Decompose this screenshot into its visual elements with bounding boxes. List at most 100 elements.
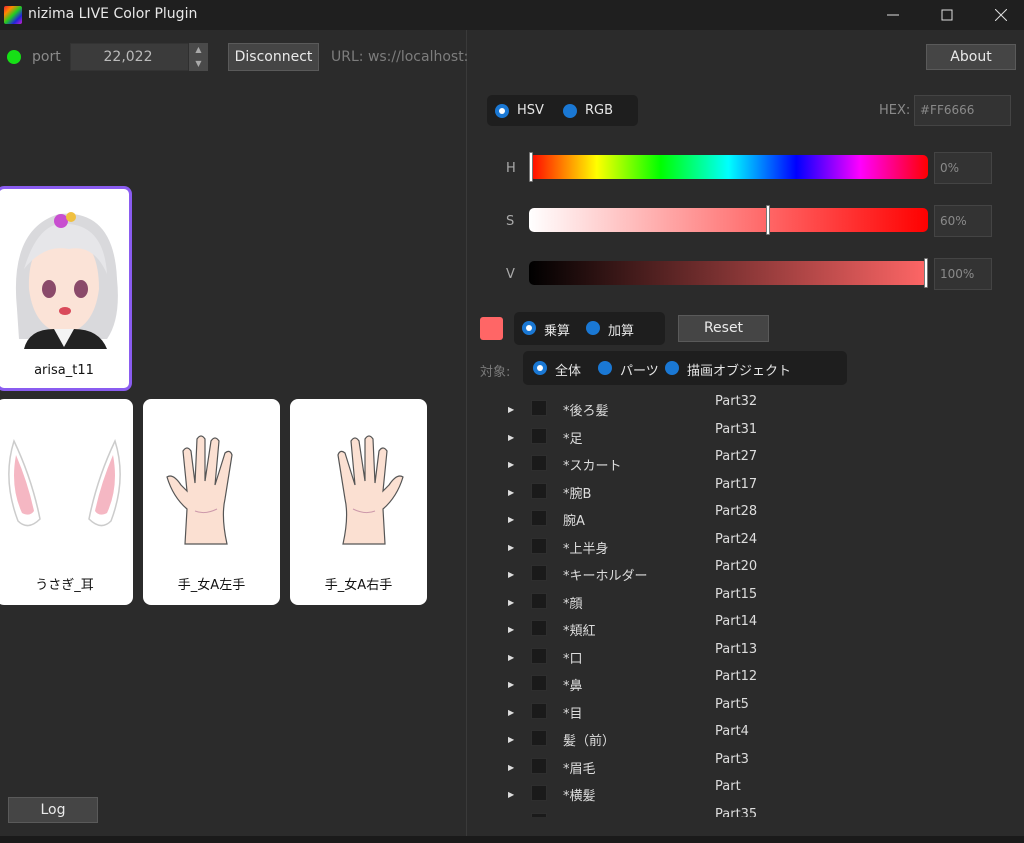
part-checkbox[interactable] [531, 757, 547, 774]
model-card-left-hand[interactable]: 手_女A左手 [143, 399, 280, 605]
hsv-radio[interactable] [495, 104, 509, 118]
tree-row[interactable]: ▶ *顔 Part15 [468, 587, 1024, 617]
tree-row[interactable]: ▶ 髪（前） Part4 [468, 724, 1024, 754]
part-checkbox[interactable] [531, 702, 547, 719]
tree-row[interactable]: ▶…Part35 [468, 807, 1024, 818]
part-checkbox[interactable] [531, 400, 547, 416]
multiply-radio[interactable] [522, 321, 536, 335]
target-drawables-label: 描画オブジェクト [687, 364, 792, 379]
s-label: S [506, 214, 515, 229]
hue-value[interactable]: 0% [934, 152, 992, 184]
part-checkbox[interactable] [531, 730, 547, 746]
maximize-button[interactable] [920, 0, 974, 30]
close-button[interactable] [974, 0, 1024, 30]
triangle-right-icon[interactable]: ▶ [508, 790, 514, 799]
tree-row[interactable]: ▶ *鼻 Part12 [468, 669, 1024, 699]
hand-thumbnail [166, 435, 233, 545]
model-name: うさぎ_耳 [35, 578, 94, 593]
part-checkbox[interactable] [531, 455, 547, 471]
rgb-radio[interactable] [563, 104, 577, 118]
tree-row[interactable]: ▶ *後ろ髪 Part32 [468, 394, 1024, 424]
value-slider-thumb[interactable] [924, 258, 928, 288]
tree-row[interactable]: ▶ *キーホルダー Part20 [468, 559, 1024, 589]
log-button[interactable]: Log [8, 797, 98, 823]
triangle-right-icon[interactable]: ▶ [508, 735, 514, 744]
target-all-radio[interactable] [533, 361, 547, 375]
target-drawables-radio[interactable] [665, 361, 679, 375]
saturation-value[interactable]: 60% [934, 205, 992, 237]
character-thumbnail [15, 212, 118, 349]
tree-row[interactable]: ▶ *眉毛 Part3 [468, 752, 1024, 782]
add-radio[interactable] [586, 321, 600, 335]
model-card-arisa[interactable]: arisa_t11 [0, 186, 132, 391]
hue-slider-thumb[interactable] [529, 152, 533, 182]
tree-row[interactable]: ▶ *足 Part31 [468, 422, 1024, 452]
minimize-button[interactable] [866, 0, 920, 30]
hex-input[interactable]: #FF6666 [914, 95, 1011, 126]
part-checkbox[interactable] [531, 565, 547, 581]
part-checkbox[interactable] [531, 647, 547, 664]
target-all-label: 全体 [555, 364, 582, 379]
part-checkbox[interactable] [531, 427, 547, 444]
target-parts-radio[interactable] [598, 361, 612, 375]
window-title: nizima LIVE Color Plugin [28, 6, 198, 22]
part-name: *キーホルダー [563, 569, 648, 584]
tree-row[interactable]: ▶ *頬紅 Part14 [468, 614, 1024, 644]
tree-row[interactable]: ▶ *目 Part5 [468, 696, 1024, 727]
part-name: … [563, 813, 576, 818]
triangle-right-icon[interactable]: ▶ [508, 625, 514, 634]
connected-dot-icon [7, 50, 21, 64]
part-checkbox[interactable] [531, 675, 547, 691]
minimize-icon [887, 14, 899, 16]
part-name: *目 [563, 706, 583, 722]
triangle-right-icon[interactable]: ▶ [508, 543, 514, 552]
hsv-label: HSV [517, 103, 544, 118]
value-value[interactable]: 100% [934, 258, 992, 290]
hue-slider[interactable] [529, 152, 928, 182]
part-id: Part5 [715, 696, 749, 712]
part-checkbox[interactable] [531, 510, 547, 526]
tree-row[interactable]: ▶ *口 Part13 [468, 642, 1024, 672]
triangle-right-icon[interactable]: ▶ [508, 433, 514, 442]
close-icon [995, 9, 1007, 21]
triangle-right-icon[interactable]: ▶ [508, 515, 514, 524]
title-bar: nizima LIVE Color Plugin [0, 0, 1024, 30]
triangle-right-icon[interactable]: ▶ [508, 653, 514, 662]
tree-row[interactable]: ▶ *横髪 Part [468, 779, 1024, 809]
part-checkbox[interactable] [531, 482, 547, 499]
parts-tree[interactable]: ▶ *後ろ髪 Part32 ▶ *足 Part31 ▶ *スカート Part27 ▶ *腕B Part… [468, 392, 1024, 817]
port-spinner[interactable]: ▲ ▼ [188, 43, 208, 71]
triangle-right-icon[interactable]: ▶ [508, 405, 514, 414]
about-button[interactable]: About [926, 44, 1016, 70]
disconnect-button[interactable]: Disconnect [228, 43, 319, 71]
color-mode-group: HSV RGB [487, 95, 638, 126]
part-id: Part4 [715, 724, 749, 739]
reset-button[interactable]: Reset [678, 315, 769, 342]
triangle-right-icon[interactable]: ▶ [508, 570, 514, 579]
part-id: Part27 [715, 449, 758, 464]
tree-row[interactable]: ▶ *上半身 Part24 [468, 532, 1024, 562]
tree-row[interactable]: ▶ *腕B Part17 [468, 477, 1024, 507]
model-panel: port 22,022 ▲ ▼ Disconnect URL: ws://loc… [0, 30, 467, 836]
part-checkbox[interactable] [531, 537, 547, 554]
spin-down-icon[interactable]: ▼ [189, 57, 208, 71]
value-slider[interactable] [529, 258, 928, 288]
saturation-slider-thumb[interactable] [766, 205, 771, 235]
triangle-right-icon[interactable]: ▶ [508, 460, 514, 469]
blend-mode-group: 乗算 加算 [514, 312, 665, 345]
part-checkbox[interactable] [531, 620, 547, 636]
triangle-right-icon[interactable]: ▶ [508, 708, 514, 717]
triangle-right-icon[interactable]: ▶ [508, 763, 514, 772]
model-card-ears[interactable]: うさぎ_耳 [0, 399, 133, 605]
triangle-right-icon[interactable]: ▶ [508, 680, 514, 689]
saturation-slider[interactable] [529, 205, 928, 235]
part-checkbox[interactable] [531, 812, 547, 817]
tree-row[interactable]: ▶ *スカート Part27 [468, 449, 1024, 479]
spin-up-icon[interactable]: ▲ [189, 43, 208, 57]
part-checkbox[interactable] [531, 592, 547, 609]
part-checkbox[interactable] [531, 785, 547, 801]
triangle-right-icon[interactable]: ▶ [508, 488, 514, 497]
model-card-right-hand[interactable]: 手_女A右手 [290, 399, 427, 605]
triangle-right-icon[interactable]: ▶ [508, 598, 514, 607]
tree-row[interactable]: ▶ 腕A Part28 [468, 504, 1024, 534]
